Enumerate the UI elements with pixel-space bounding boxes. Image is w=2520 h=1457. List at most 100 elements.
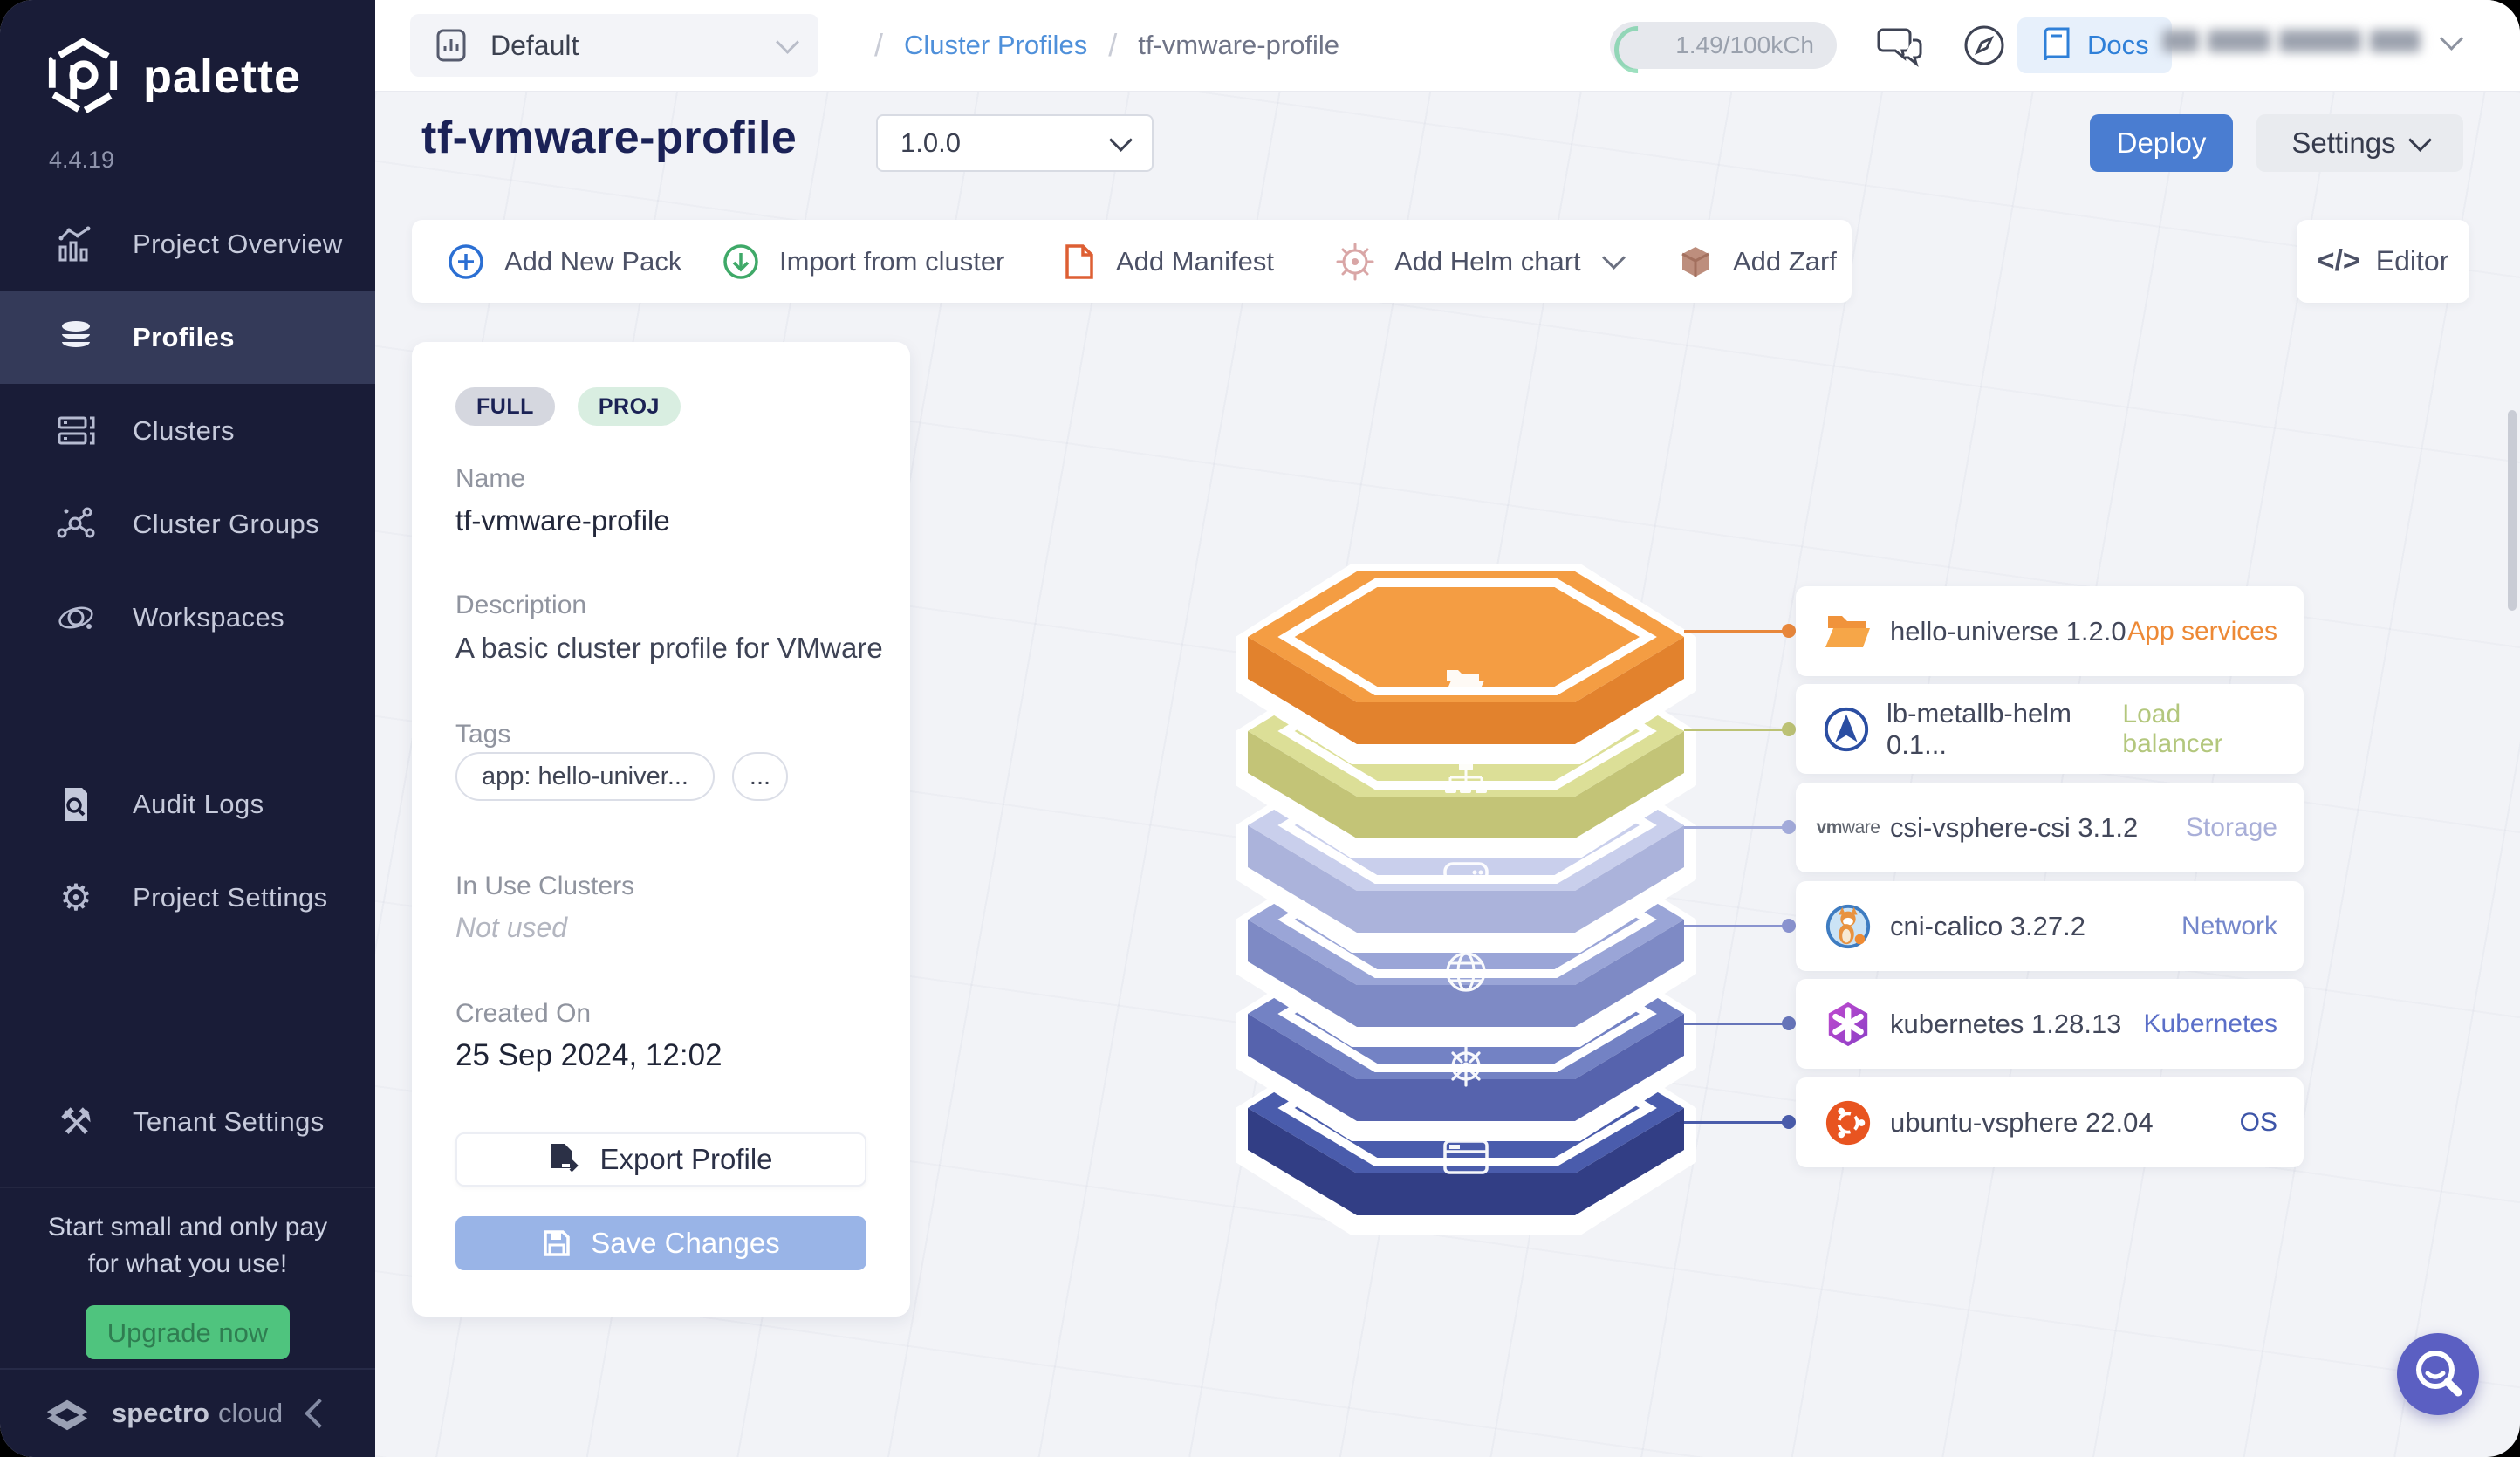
tag-pill[interactable]: app: hello-univer... bbox=[455, 752, 715, 801]
sidebar-item-label: Profiles bbox=[133, 321, 235, 352]
sidebar-footer: spectro cloud bbox=[0, 1368, 375, 1457]
sidebar-item-label: Project Settings bbox=[133, 881, 328, 913]
sidebar-item-project-overview[interactable]: Project Overview bbox=[0, 197, 375, 291]
chevron-down-icon bbox=[2440, 26, 2463, 51]
user-name-redacted bbox=[2279, 30, 2361, 52]
scrollbar-thumb[interactable] bbox=[2508, 410, 2517, 611]
badge-full: FULL bbox=[455, 387, 555, 426]
profile-details-card: FULL PROJ Name tf-vmware-profile Descrip… bbox=[412, 342, 910, 1317]
pack-row-lb-metallb-helm[interactable]: lb-metallb-helm 0.1... Load balancer bbox=[1796, 684, 2304, 774]
pack-row-cni-calico[interactable]: cni-calico 3.27.2 Network bbox=[1796, 881, 2304, 971]
pack-category: App services bbox=[2127, 616, 2277, 646]
sidebar-item-label: Tenant Settings bbox=[133, 1105, 325, 1137]
chart-icon bbox=[54, 224, 98, 264]
pack-name: kubernetes 1.28.13 bbox=[1890, 1008, 2122, 1039]
pack-row-hello-universe[interactable]: hello-universe 1.2.0 App services bbox=[1796, 586, 2304, 676]
chevron-down-icon bbox=[776, 30, 799, 54]
connector-dot bbox=[1782, 1115, 1796, 1129]
pack-row-kubernetes[interactable]: kubernetes 1.28.13 Kubernetes bbox=[1796, 979, 2304, 1069]
audit-doc-icon bbox=[54, 784, 98, 824]
pack-category: OS bbox=[2239, 1107, 2277, 1137]
add-manifest-button[interactable]: Add Manifest bbox=[1062, 220, 1274, 303]
tag-more-pill[interactable]: ... bbox=[731, 752, 788, 801]
tools-icon: ⚒ bbox=[59, 1101, 92, 1142]
calico-icon bbox=[1822, 900, 1874, 953]
sidebar-item-label: Cluster Groups bbox=[133, 508, 320, 539]
editor-button[interactable]: </> Editor bbox=[2297, 220, 2469, 303]
created-on-label: Created On bbox=[455, 999, 592, 1028]
manifest-file-icon bbox=[1065, 243, 1093, 279]
compass-icon[interactable] bbox=[1960, 21, 2009, 74]
add-zarf-button[interactable]: Add Zarf bbox=[1677, 220, 1837, 303]
docs-button[interactable]: Docs bbox=[2017, 17, 2172, 73]
profile-version-select[interactable]: 1.0.0 bbox=[876, 114, 1154, 172]
save-changes-button[interactable]: Save Changes bbox=[455, 1216, 866, 1270]
layer-connector bbox=[1684, 919, 1796, 933]
search-fab-button[interactable] bbox=[2397, 1333, 2479, 1415]
zarf-package-icon bbox=[1681, 246, 1709, 277]
upgrade-panel: Start small and only pay for what you us… bbox=[0, 1187, 375, 1359]
layer-connector bbox=[1684, 1016, 1796, 1030]
pack-row-ubuntu-vsphere[interactable]: ubuntu-vsphere 22.04 OS bbox=[1796, 1077, 2304, 1167]
sidebar-item-workspaces[interactable]: Workspaces bbox=[0, 571, 375, 664]
user-name-redacted bbox=[2208, 30, 2270, 52]
top-bar: Default / Cluster Profiles / tf-vmware-p… bbox=[375, 0, 2520, 92]
name-label: Name bbox=[455, 464, 526, 493]
save-floppy-icon bbox=[544, 1230, 570, 1256]
usage-meter: 1.49/100kCh bbox=[1610, 22, 1837, 69]
pack-category: Kubernetes bbox=[2143, 1009, 2277, 1038]
add-new-pack-button[interactable]: Add New Pack bbox=[447, 220, 681, 303]
sidebar-item-audit-logs[interactable]: Audit Logs bbox=[0, 757, 375, 851]
deploy-button[interactable]: Deploy bbox=[2090, 114, 2233, 172]
import-from-cluster-button[interactable]: Import from cluster bbox=[722, 220, 1004, 303]
spectro-cloud-wordmark: spectro cloud bbox=[112, 1398, 284, 1428]
breadcrumb-cluster-profiles[interactable]: Cluster Profiles bbox=[904, 30, 1087, 61]
description-label: Description bbox=[455, 591, 587, 619]
connector-dot bbox=[1782, 1016, 1796, 1030]
pack-row-csi-vsphere-csi[interactable]: vmvmwareware csi-vsphere-csi 3.1.2 Stora… bbox=[1796, 783, 2304, 872]
layer-connector bbox=[1684, 624, 1796, 638]
breadcrumb-separator: / bbox=[874, 27, 884, 63]
layer-connector bbox=[1684, 722, 1796, 736]
created-on-value: 25 Sep 2024, 12:02 bbox=[455, 1038, 722, 1072]
user-name-redacted bbox=[2162, 30, 2199, 52]
palette-logo: palette bbox=[45, 37, 301, 117]
orbit-icon bbox=[54, 598, 98, 638]
sidebar-item-label: Workspaces bbox=[133, 601, 284, 633]
app-version: 4.4.19 bbox=[49, 147, 115, 173]
kubernetes-icon bbox=[1822, 998, 1874, 1050]
sidebar-item-cluster-groups[interactable]: Cluster Groups bbox=[0, 477, 375, 571]
layer-connector bbox=[1684, 1115, 1796, 1129]
page-title: tf-vmware-profile bbox=[421, 113, 798, 163]
brand-name: palette bbox=[143, 51, 302, 103]
connector-dot bbox=[1782, 919, 1796, 933]
project-selector[interactable]: Default bbox=[410, 14, 818, 77]
plus-circle-icon bbox=[449, 243, 483, 279]
sidebar-item-project-settings[interactable]: ⚙ Project Settings bbox=[0, 851, 375, 944]
in-use-clusters-label: In Use Clusters bbox=[455, 872, 635, 900]
ubuntu-icon bbox=[1822, 1097, 1874, 1149]
add-helm-chart-button[interactable]: Add Helm chart bbox=[1335, 220, 1626, 303]
connector-dot bbox=[1782, 624, 1796, 638]
upgrade-now-button[interactable]: Upgrade now bbox=[86, 1305, 290, 1359]
helm-wheel-icon bbox=[1336, 243, 1374, 280]
export-profile-button[interactable]: Export Profile bbox=[455, 1132, 866, 1187]
sidebar-item-clusters[interactable]: Clusters bbox=[0, 384, 375, 477]
spectro-cloud-logo-icon bbox=[46, 1399, 88, 1431]
vmware-icon: vmvmwareware bbox=[1816, 817, 1880, 838]
collapse-sidebar-icon[interactable] bbox=[305, 1399, 334, 1428]
sidebar-item-tenant-settings[interactable]: ⚒ Tenant Settings bbox=[0, 1075, 375, 1168]
connector-dot bbox=[1782, 722, 1796, 736]
breadcrumb-current: tf-vmware-profile bbox=[1138, 30, 1340, 60]
app-window: palette 4.4.19 Project Overview Profiles… bbox=[0, 0, 2520, 1457]
pack-name: csi-vsphere-csi 3.1.2 bbox=[1890, 811, 2139, 843]
file-export-icon bbox=[551, 1144, 579, 1173]
settings-button[interactable]: Settings bbox=[2256, 114, 2463, 172]
profile-version-value: 1.0.0 bbox=[900, 127, 961, 158]
palette-logo-icon bbox=[48, 38, 118, 116]
sidebar-item-profiles[interactable]: Profiles bbox=[0, 291, 375, 384]
chevron-down-icon bbox=[2407, 127, 2432, 152]
user-menu[interactable] bbox=[2162, 26, 2463, 52]
code-icon: </> bbox=[2317, 244, 2360, 277]
chat-icon[interactable] bbox=[1876, 21, 1925, 74]
